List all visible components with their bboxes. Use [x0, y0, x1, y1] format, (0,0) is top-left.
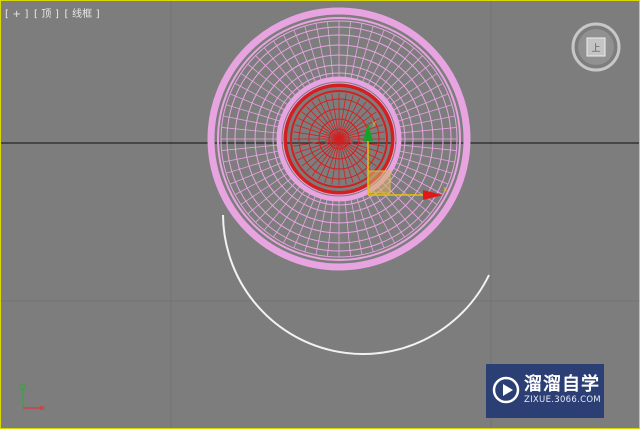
watermark-title: 溜溜自学	[524, 374, 600, 395]
gizmo-x-label: x	[443, 185, 447, 193]
gizmo-y-label: y	[372, 119, 376, 127]
viewport-top[interactable]: [ + ] [ 顶 ] [ 线框 ] x y 上 溜溜自学 ZIXUE.3066…	[0, 0, 640, 429]
axis-tripod-icon	[20, 384, 45, 411]
play-logo-icon	[492, 376, 520, 404]
watermark-badge: 溜溜自学 ZIXUE.3066.COM	[486, 364, 604, 418]
viewcube-icon[interactable]: 上	[570, 21, 622, 73]
viewcube-face-label: 上	[591, 43, 600, 54]
gizmo-x-arrow[interactable]	[423, 190, 443, 200]
transform-gizmo[interactable]: x y	[363, 119, 447, 200]
watermark-url: ZIXUE.3066.COM	[524, 395, 601, 405]
arc-spline[interactable]	[222, 214, 490, 355]
